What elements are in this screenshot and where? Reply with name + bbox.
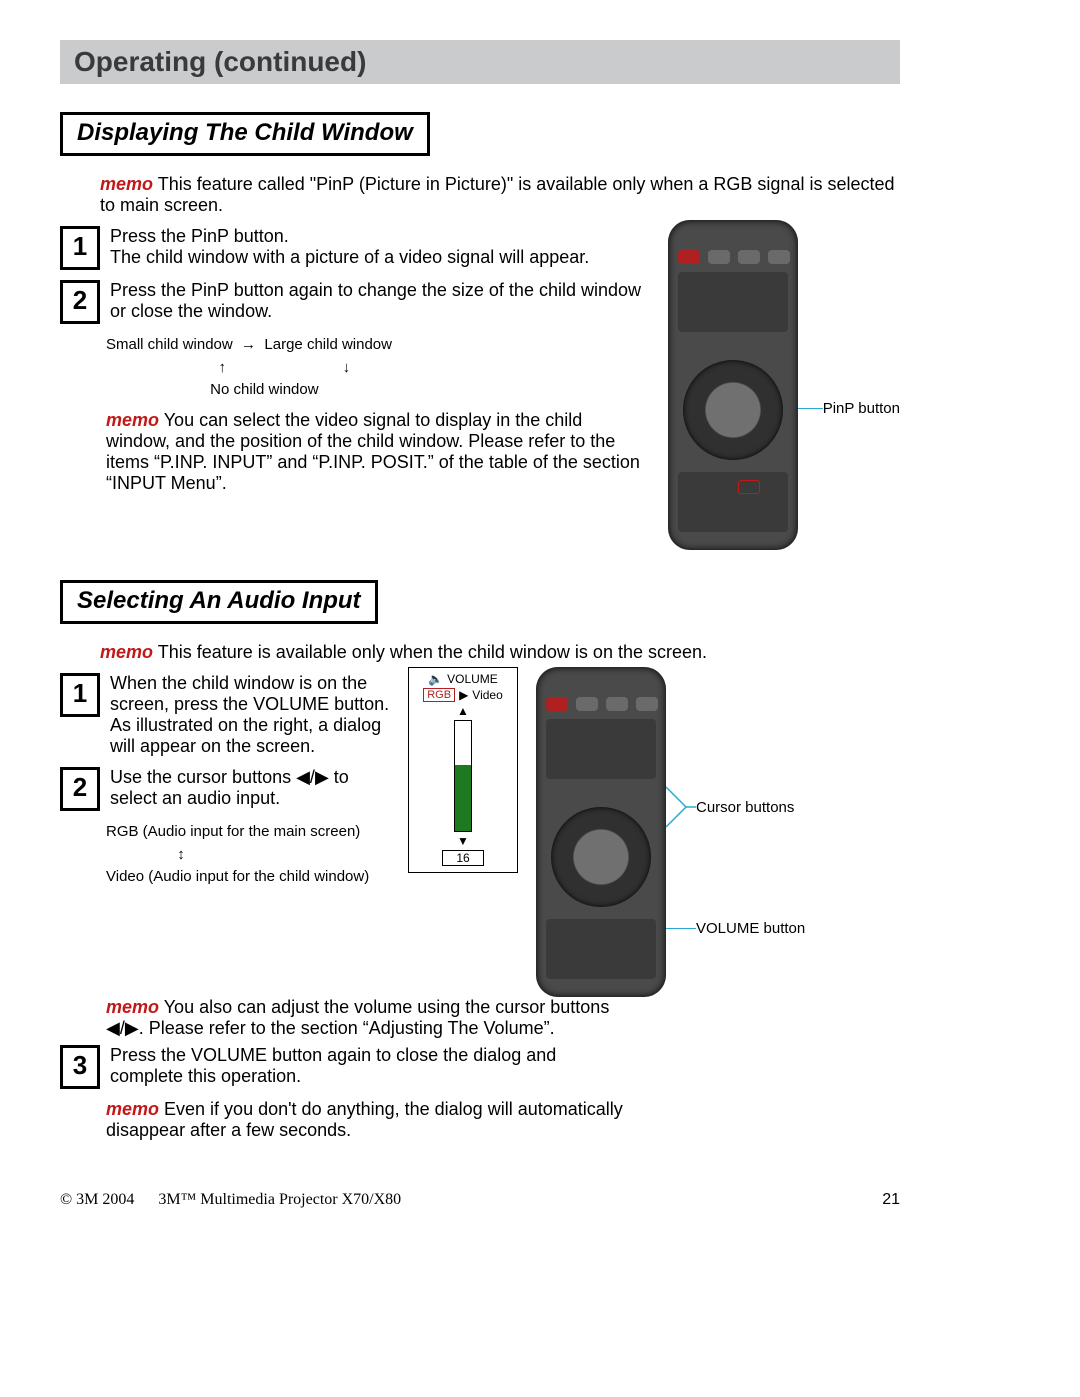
- callout-volume-button: VOLUME button: [696, 920, 805, 937]
- memo-label: memo: [100, 642, 153, 662]
- memo-audio-availability: memo This feature is available only when…: [100, 642, 900, 663]
- window-cycle-diagram: Small child window → Large child window …: [106, 334, 650, 402]
- memo-pinp-availability: memo This feature called "PinP (Picture …: [100, 174, 900, 216]
- memo-select-signal: memo You can select the video signal to …: [106, 410, 650, 494]
- remote-control-illustration: [536, 667, 666, 997]
- step-number: 3: [60, 1045, 100, 1089]
- step-3-audio: 3 Press the VOLUME button again to close…: [60, 1045, 620, 1089]
- remote-control-illustration: [668, 220, 798, 550]
- step-1-audio: 1 When the child window is on the screen…: [60, 673, 390, 757]
- section-title-child-window: Displaying The Child Window: [60, 112, 430, 156]
- step-number: 1: [60, 226, 100, 270]
- page-header: Operating (continued): [60, 40, 900, 84]
- step-text: Use the cursor buttons ◀/▶ to select an …: [110, 767, 390, 811]
- step-text: When the child window is on the screen, …: [110, 673, 390, 757]
- section-title-audio-input: Selecting An Audio Input: [60, 580, 378, 624]
- audio-cycle-diagram: RGB (Audio input for the main screen) ↕ …: [106, 821, 390, 889]
- memo-label: memo: [106, 1099, 159, 1119]
- step-number: 1: [60, 673, 100, 717]
- memo-label: memo: [106, 410, 159, 430]
- memo-label: memo: [100, 174, 153, 194]
- step-text: Press the PinP button.: [110, 226, 650, 247]
- page-footer: © 3M 2004 3M™ Multimedia Projector X70/X…: [60, 1191, 900, 1209]
- speaker-icon: 🔈: [428, 672, 443, 686]
- memo-text: Even if you don't do anything, the dialo…: [106, 1099, 623, 1140]
- step-text: The child window with a picture of a vid…: [110, 247, 650, 268]
- step-number: 2: [60, 767, 100, 811]
- memo-volume-adjust: memo You also can adjust the volume usin…: [106, 997, 626, 1039]
- memo-label: memo: [106, 997, 159, 1017]
- memo-text: This feature is available only when the …: [158, 642, 707, 662]
- callout-cursor-buttons: Cursor buttons: [696, 799, 794, 816]
- step-text: Press the PinP button again to change th…: [110, 280, 650, 324]
- step-1: 1 Press the PinP button. The child windo…: [60, 226, 650, 270]
- step-text: Press the VOLUME button again to close t…: [110, 1045, 620, 1089]
- memo-text: This feature called "PinP (Picture in Pi…: [100, 174, 895, 215]
- step-number: 2: [60, 280, 100, 324]
- callout-pinp-button: PinP button: [823, 400, 900, 417]
- step-2-audio: 2 Use the cursor buttons ◀/▶ to select a…: [60, 767, 390, 811]
- volume-dialog-illustration: 🔈 VOLUME RGB ▶ Video ▲ ▼ 16: [408, 667, 518, 873]
- step-2: 2 Press the PinP button again to change …: [60, 280, 650, 324]
- memo-text: You can select the video signal to displ…: [106, 410, 640, 493]
- page-number: 21: [882, 1191, 900, 1209]
- memo-auto-dismiss: memo Even if you don't do anything, the …: [106, 1099, 626, 1141]
